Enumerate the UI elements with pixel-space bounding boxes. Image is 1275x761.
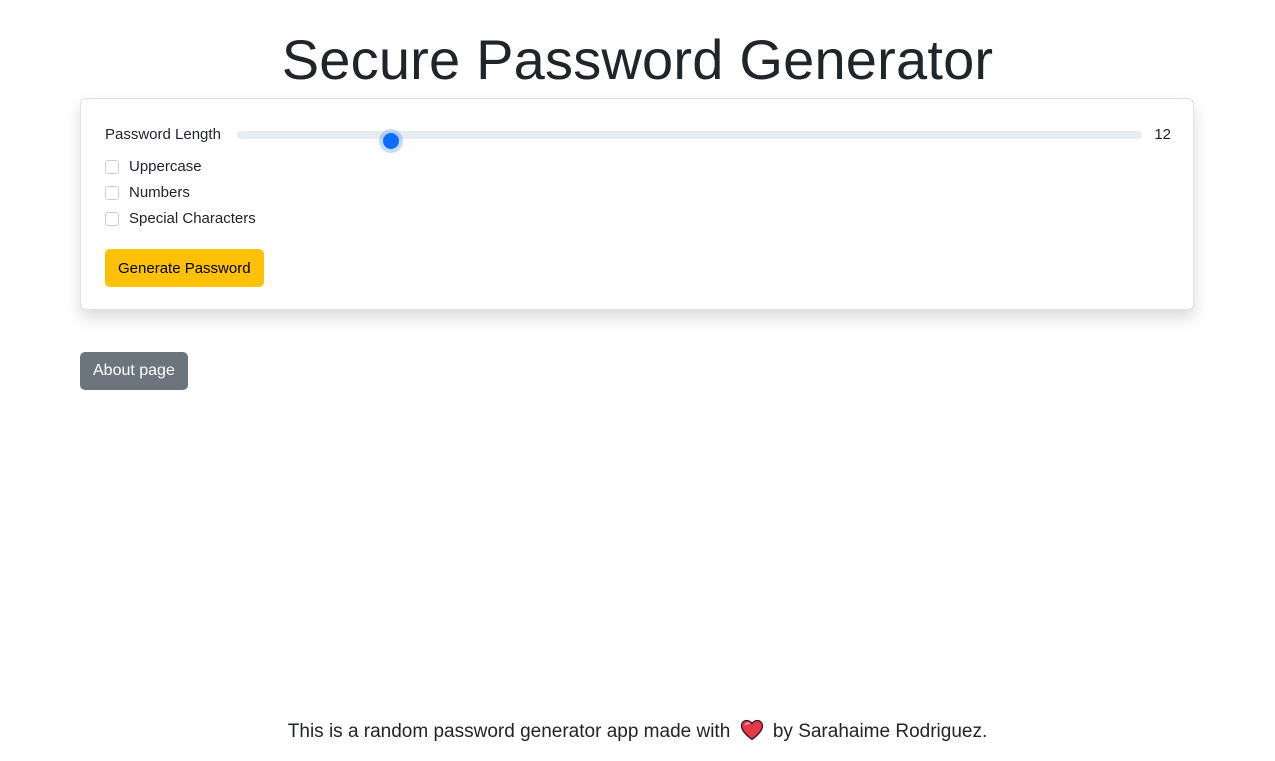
special-characters-checkbox[interactable] — [105, 212, 119, 226]
numbers-label[interactable]: Numbers — [129, 184, 190, 202]
slider-thumb[interactable] — [382, 133, 399, 149]
password-length-row: Password Length 12 — [105, 123, 1171, 149]
numbers-option[interactable]: Numbers — [105, 183, 190, 203]
uppercase-label[interactable]: Uppercase — [129, 158, 202, 176]
password-length-slider[interactable] — [237, 131, 1142, 149]
about-page-button[interactable]: About page — [80, 352, 188, 390]
footer-text-before: This is a random password generator app … — [287, 721, 731, 742]
password-length-value: 12 — [1154, 126, 1171, 143]
footer-text-after: by Sarahaime Rodriguez. — [772, 721, 988, 742]
generator-card: Password Length 12 Uppercase Numbers Spe… — [80, 98, 1194, 310]
numbers-checkbox[interactable] — [105, 186, 119, 200]
password-length-label: Password Length — [105, 126, 221, 143]
page: Secure Password Generator Password Lengt… — [0, 0, 1275, 761]
special-characters-option[interactable]: Special Characters — [105, 209, 256, 229]
heart-icon — [740, 719, 764, 741]
page-title: Secure Password Generator — [281, 28, 994, 91]
uppercase-option[interactable]: Uppercase — [105, 157, 202, 177]
uppercase-checkbox[interactable] — [105, 160, 119, 174]
footer: This is a random password generator app … — [0, 718, 1275, 746]
special-characters-label[interactable]: Special Characters — [129, 210, 256, 228]
generate-password-button[interactable]: Generate Password — [105, 249, 264, 287]
